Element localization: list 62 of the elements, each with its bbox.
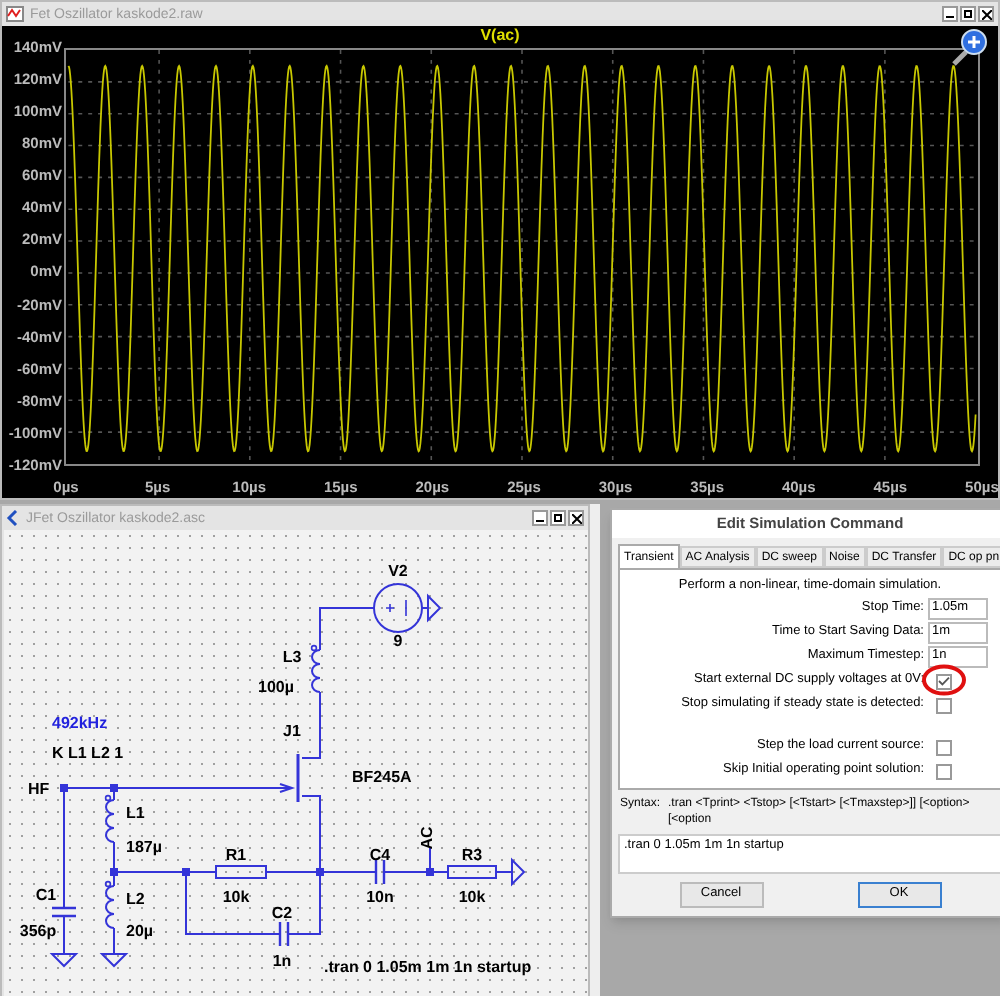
component-label: L3 — [282, 648, 302, 666]
component-label: K L1 L2 1 — [52, 744, 124, 762]
waveform-icon — [6, 6, 24, 22]
component-label: C2 — [271, 904, 293, 922]
zoom-in-icon[interactable] — [948, 28, 988, 68]
close-button[interactable] — [978, 6, 994, 22]
voltage-source-symbol — [373, 583, 423, 633]
component-label: 100µ — [258, 678, 294, 696]
component-label: 187µ — [126, 838, 162, 856]
ground-symbol — [427, 593, 442, 623]
schematic-icon — [6, 510, 20, 526]
checkmark-icon — [938, 676, 950, 686]
component-label: 356p — [19, 922, 57, 940]
component-label: .tran 0 1.05m 1m 1n startup — [324, 958, 532, 976]
ground-symbol — [99, 953, 129, 968]
checkbox[interactable] — [936, 697, 952, 713]
component-label: C4 — [369, 846, 391, 864]
component-label: BF245A — [352, 768, 412, 786]
wire — [319, 607, 375, 651]
ground-symbol — [511, 857, 526, 887]
close-icon — [571, 513, 581, 523]
component-label: 10n — [366, 888, 394, 906]
inductor-symbol — [104, 880, 115, 929]
component-label: 20µ — [126, 922, 154, 940]
checkbox[interactable] — [936, 739, 952, 755]
wire — [421, 607, 429, 609]
component-label: 9 — [393, 632, 403, 650]
capacitor-symbol — [374, 858, 386, 886]
capacitor-symbol — [50, 906, 78, 918]
minimize-button[interactable] — [532, 510, 548, 526]
component-label: J1 — [283, 722, 301, 740]
jfet-symbol — [279, 754, 300, 802]
wire — [495, 871, 513, 873]
net-label: AC — [418, 826, 436, 850]
capacitor-symbol — [278, 920, 290, 948]
component-label: L1 — [126, 804, 145, 822]
component-label: L2 — [126, 890, 145, 908]
wire — [63, 915, 65, 955]
maximize-button[interactable] — [550, 510, 566, 526]
inductor-symbol — [104, 794, 115, 843]
trace-label: V(ac) — [480, 26, 520, 46]
component-label: R3 — [461, 846, 483, 864]
component-label: R1 — [225, 846, 247, 864]
ground-symbol — [49, 953, 79, 968]
component-label: HF — [28, 780, 50, 798]
component-label: V2 — [388, 562, 408, 580]
checkbox[interactable] — [936, 673, 952, 689]
wire — [113, 927, 115, 955]
close-button[interactable] — [568, 510, 584, 526]
component-label: 10k — [458, 888, 486, 906]
component-label: 1n — [272, 952, 292, 970]
component-label: 10k — [222, 888, 250, 906]
close-icon — [981, 9, 991, 19]
resistor-symbol — [447, 865, 497, 879]
resistor-symbol — [215, 865, 267, 879]
minimize-button[interactable] — [942, 6, 958, 22]
frequency-comment: 492kHz — [52, 714, 108, 732]
wire — [301, 691, 321, 759]
inductor-symbol — [310, 644, 321, 693]
checkbox[interactable] — [936, 763, 952, 779]
component-label: C1 — [35, 886, 57, 904]
maximize-button[interactable] — [960, 6, 976, 22]
